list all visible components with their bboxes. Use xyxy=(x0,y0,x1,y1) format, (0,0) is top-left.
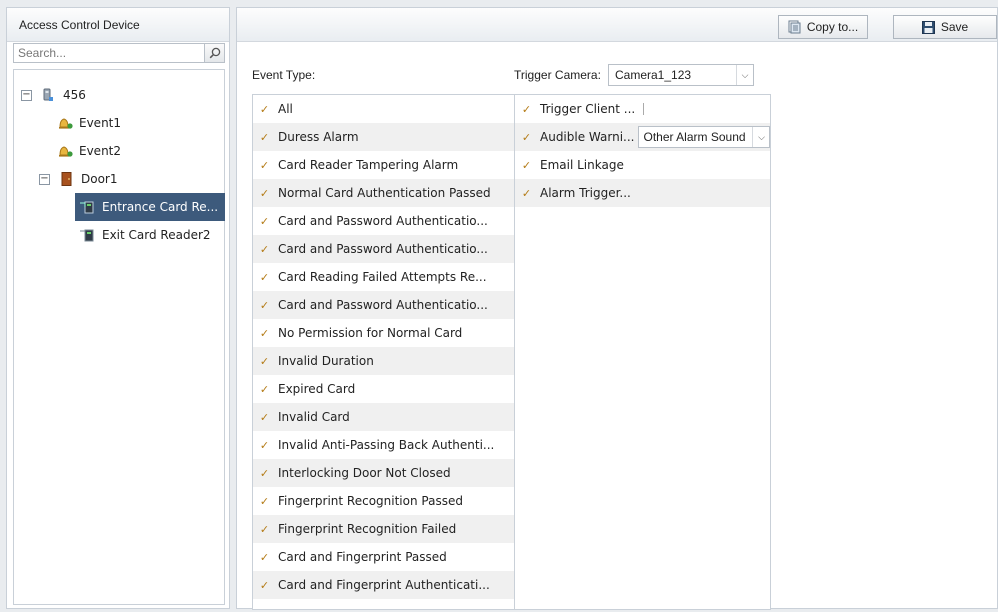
event-label: Fingerprint Recognition Failed xyxy=(278,522,457,536)
event-label: Invalid Anti-Passing Back Authenti... xyxy=(278,438,495,452)
search-input[interactable] xyxy=(13,43,205,63)
collapse-toggle[interactable]: − xyxy=(39,173,50,185)
event-label: Expired Card xyxy=(278,382,356,396)
device-icon xyxy=(41,88,55,102)
panel-title-text: Access Control Device xyxy=(19,17,140,32)
card-reader-icon xyxy=(80,200,94,214)
tree-node-door1[interactable]: − Door1 xyxy=(39,165,219,193)
event-label: Duress Alarm xyxy=(278,130,359,144)
event-label: Card and Password Authenticatio... xyxy=(278,214,488,228)
event-label: Card and Fingerprint Passed xyxy=(278,550,447,564)
event-type-label: Event Type: xyxy=(252,68,316,82)
tree-node-event2[interactable]: Event2 xyxy=(57,137,217,165)
event-label: Invalid Card xyxy=(278,410,350,424)
event-label: Card and Password Authenticatio... xyxy=(278,242,488,256)
search-button[interactable] xyxy=(205,43,225,63)
event-label: All xyxy=(278,102,293,116)
save-label: Save xyxy=(940,20,969,34)
tree-node-label: Door1 xyxy=(81,172,118,186)
event-bell-icon xyxy=(57,116,73,130)
checkbox-checked-icon[interactable]: ✓ xyxy=(259,159,270,172)
checkbox-checked-icon[interactable]: ✓ xyxy=(259,299,270,312)
tree-node-label: Event2 xyxy=(79,144,122,158)
event-label: Invalid Duration xyxy=(278,354,374,368)
device-tree: − 456 Event1 Event2 − Door1 Entrance Car… xyxy=(13,69,225,605)
door-icon xyxy=(59,172,73,186)
checkbox-checked-icon[interactable]: ✓ xyxy=(521,187,532,200)
checkbox-checked-icon[interactable]: ✓ xyxy=(259,131,270,144)
checkbox-checked-icon[interactable]: ✓ xyxy=(259,495,270,508)
checkbox-checked-icon[interactable]: ✓ xyxy=(259,523,270,536)
collapse-toggle[interactable]: − xyxy=(21,89,32,101)
copy-icon xyxy=(788,20,801,34)
event-label: Normal Card Authentication Passed xyxy=(278,186,491,200)
trigger-camera-label: Trigger Camera: xyxy=(514,68,601,82)
checkbox-checked-icon[interactable]: ✓ xyxy=(259,103,270,116)
checkbox-checked-icon[interactable]: ✓ xyxy=(521,131,532,144)
linkage-action-list: ✓ Trigger Client ... ✓ Audible Warni... … xyxy=(514,94,771,610)
event-bell-icon xyxy=(57,144,73,158)
trigger-client-label: Trigger Client ... xyxy=(540,102,636,116)
save-icon xyxy=(921,20,935,34)
checkbox-checked-icon[interactable]: ✓ xyxy=(259,383,270,396)
copy-to-button[interactable]: Copy to... xyxy=(778,15,868,39)
tree-node-label: Exit Card Reader2 xyxy=(102,228,211,242)
checkbox-checked-icon[interactable]: ✓ xyxy=(259,439,270,452)
event-label: Fingerprint Recognition Passed xyxy=(278,494,463,508)
tree-node-exit-card-reader[interactable]: Exit Card Reader2 xyxy=(80,221,225,249)
linkage-row-trigger-client[interactable]: ✓ Trigger Client ... xyxy=(515,95,770,123)
checkbox-checked-icon[interactable]: ✓ xyxy=(259,215,270,228)
event-label: Card and Fingerprint Authenticati... xyxy=(278,578,490,592)
alarm-sound-value: Other Alarm Sound xyxy=(643,130,746,144)
event-label: Card Reader Tampering Alarm xyxy=(278,158,459,172)
search-icon xyxy=(209,47,220,59)
tree-node-entrance-card-reader[interactable]: Entrance Card Re... xyxy=(75,193,225,221)
checkbox-checked-icon[interactable]: ✓ xyxy=(259,467,270,480)
tree-node-label: Event1 xyxy=(79,116,122,130)
toolbar: Copy to... Save xyxy=(237,8,997,42)
trigger-camera-value: Camera1_123 xyxy=(615,68,692,82)
linkage-row-alarm-trigger[interactable]: ✓ Alarm Trigger... xyxy=(515,179,770,207)
card-reader-icon xyxy=(80,228,94,242)
tree-node-device[interactable]: − 456 xyxy=(21,81,221,109)
linkage-row-audible-warning[interactable]: ✓ Audible Warni... Other Alarm Sound ⌵ xyxy=(515,123,771,151)
checkbox-checked-icon[interactable]: ✓ xyxy=(521,103,532,116)
device-tree-panel: Access Control Device − 456 Event1 xyxy=(6,7,230,609)
checkbox-checked-icon[interactable]: ✓ xyxy=(521,159,532,172)
trigger-camera-select[interactable]: Camera1_123 ⌵ xyxy=(608,64,754,86)
checkbox-checked-icon[interactable]: ✓ xyxy=(259,327,270,340)
event-label: Card Reading Failed Attempts Re... xyxy=(278,270,487,284)
search-bar xyxy=(13,43,225,63)
linkage-row-email[interactable]: ✓ Email Linkage xyxy=(515,151,770,179)
event-label: Interlocking Door Not Closed xyxy=(278,466,451,480)
checkbox-checked-icon[interactable]: ✓ xyxy=(259,355,270,368)
copy-to-label: Copy to... xyxy=(806,20,859,34)
alarm-sound-select[interactable]: Other Alarm Sound ⌵ xyxy=(638,126,771,148)
chevron-down-icon: ⌵ xyxy=(736,65,753,85)
tree-node-event1[interactable]: Event1 xyxy=(57,109,217,137)
save-button[interactable]: Save xyxy=(893,15,997,39)
email-linkage-label: Email Linkage xyxy=(540,158,624,172)
tree-node-label: Entrance Card Re... xyxy=(102,200,219,214)
event-label: Card and Password Authenticatio... xyxy=(278,298,488,312)
event-label: No Permission for Normal Card xyxy=(278,326,463,340)
checkbox-checked-icon[interactable]: ✓ xyxy=(259,243,270,256)
checkbox-checked-icon[interactable]: ✓ xyxy=(259,551,270,564)
checkbox-checked-icon[interactable]: ✓ xyxy=(259,411,270,424)
checkbox-checked-icon[interactable]: ✓ xyxy=(259,187,270,200)
checkbox-checked-icon[interactable]: ✓ xyxy=(259,271,270,284)
tree-node-label: 456 xyxy=(63,88,86,102)
panel-title: Access Control Device xyxy=(7,8,229,42)
divider xyxy=(643,103,645,115)
audible-warning-label: Audible Warni... xyxy=(540,130,635,144)
alarm-trigger-label: Alarm Trigger... xyxy=(540,186,631,200)
linkage-settings-panel: Copy to... Save Event Type: Trigger Came… xyxy=(236,7,998,610)
checkbox-checked-icon[interactable]: ✓ xyxy=(259,579,270,592)
chevron-down-icon: ⌵ xyxy=(752,127,769,147)
